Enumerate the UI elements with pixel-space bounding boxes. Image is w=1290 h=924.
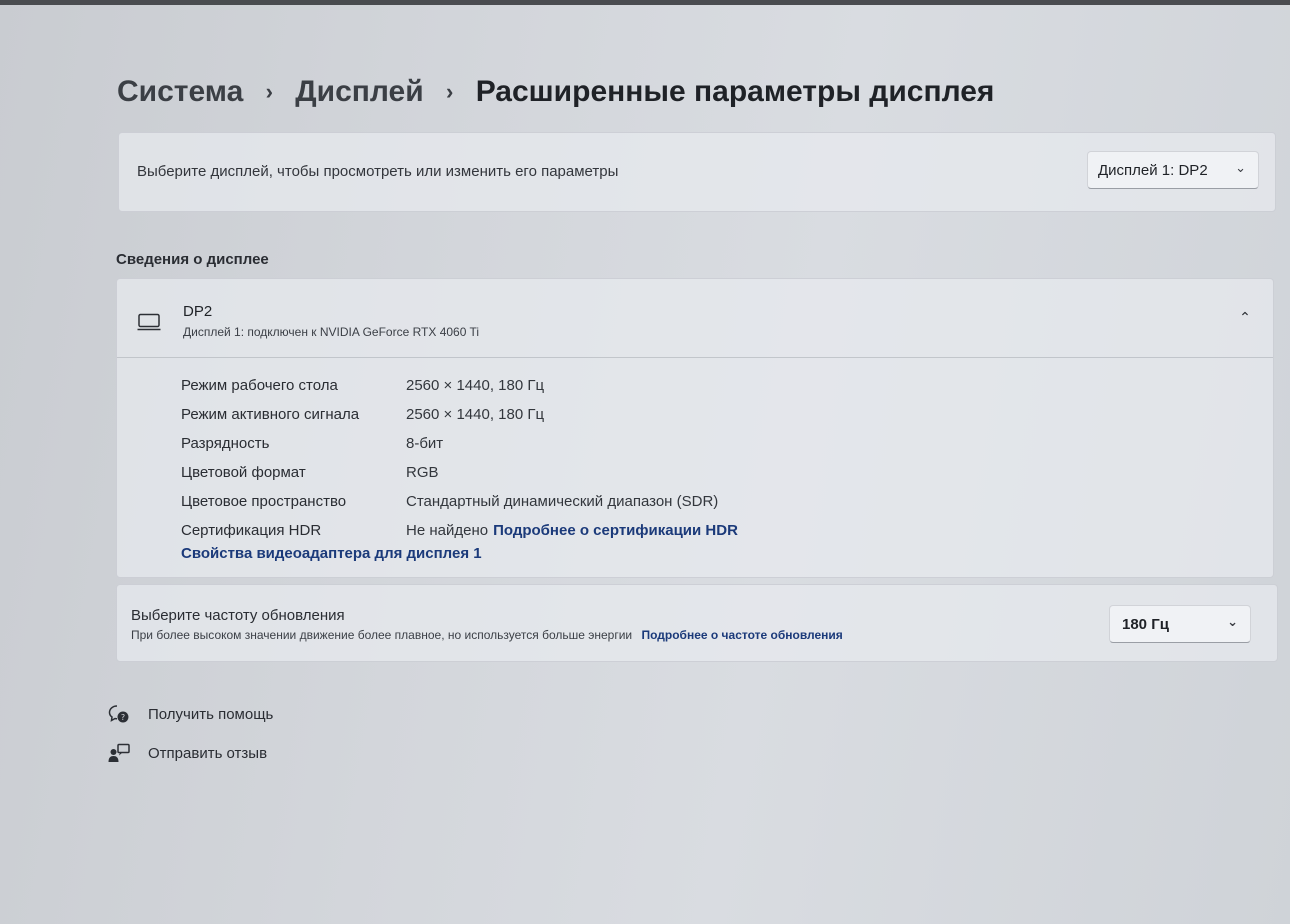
- chevron-right-icon: ›: [446, 79, 454, 104]
- get-help-label: Получить помощь: [148, 705, 274, 723]
- refresh-rate-dropdown[interactable]: 180 Гц ⌄: [1109, 605, 1251, 643]
- refresh-rate-title: Выберите частоту обновления: [131, 607, 345, 624]
- property-key: Цветовой формат: [181, 464, 306, 481]
- display-subtitle: Дисплей 1: подключен к NVIDIA GeForce RT…: [183, 325, 480, 339]
- section-title-display-info: Сведения о дисплее: [116, 251, 269, 268]
- breadcrumb: Система › Дисплей › Расширенные параметр…: [117, 70, 994, 114]
- property-row: Цветовой формат RGB: [181, 458, 738, 487]
- select-display-card: Выберите дисплей, чтобы просмотреть или …: [118, 132, 1276, 212]
- display-dropdown-value: Дисплей 1: DP2: [1098, 161, 1208, 179]
- chevron-down-icon: ⌄: [1235, 160, 1246, 175]
- property-value: 2560 × 1440, 180 Гц: [406, 377, 545, 394]
- property-value: Стандартный динамический диапазон (SDR): [406, 493, 719, 510]
- display-properties: Режим рабочего стола 2560 × 1440, 180 Гц…: [181, 371, 738, 545]
- select-display-label: Выберите дисплей, чтобы просмотреть или …: [137, 163, 619, 180]
- property-row: Режим активного сигнала 2560 × 1440, 180…: [181, 400, 738, 429]
- chevron-up-icon[interactable]: ⌃: [1231, 303, 1259, 331]
- property-key: Режим рабочего стола: [181, 377, 338, 394]
- hdr-certification-link[interactable]: Подробнее о сертификации HDR: [493, 522, 738, 539]
- property-row: Сертификация HDR Не найдено Подробнее о …: [181, 516, 738, 545]
- display-info-card: DP2 Дисплей 1: подключен к NVIDIA GeForc…: [116, 278, 1274, 578]
- refresh-rate-learn-more-link[interactable]: Подробнее о частоте обновления: [641, 628, 842, 642]
- refresh-rate-value: 180 Гц: [1122, 615, 1169, 633]
- refresh-rate-card: Выберите частоту обновления При более вы…: [116, 584, 1278, 662]
- display-name: DP2: [183, 303, 213, 320]
- property-row: Режим рабочего стола 2560 × 1440, 180 Гц: [181, 371, 738, 400]
- get-help-link[interactable]: ? Получить помощь: [108, 704, 273, 724]
- property-row: Цветовое пространство Стандартный динами…: [181, 487, 738, 516]
- property-key: Разрядность: [181, 435, 270, 452]
- property-value: 8-бит: [406, 435, 444, 452]
- adapter-properties-link[interactable]: Свойства видеоадаптера для дисплея 1: [181, 545, 482, 562]
- property-key: Цветовое пространство: [181, 493, 347, 510]
- svg-text:?: ?: [121, 713, 125, 722]
- property-row: Разрядность 8-бит: [181, 429, 738, 458]
- help-icon: ?: [108, 705, 129, 723]
- property-value: RGB: [406, 464, 439, 481]
- page-title: Расширенные параметры дисплея: [475, 75, 995, 108]
- refresh-rate-description-line: При более высоком значении движение боле…: [131, 628, 843, 642]
- send-feedback-link[interactable]: Отправить отзыв: [108, 743, 267, 763]
- display-info-header[interactable]: DP2 Дисплей 1: подключен к NVIDIA GeForc…: [117, 279, 1273, 358]
- display-dropdown[interactable]: Дисплей 1: DP2 ⌄: [1087, 151, 1259, 189]
- monitor-icon: [137, 313, 161, 331]
- property-value: 2560 × 1440, 180 Гц: [406, 406, 545, 423]
- refresh-rate-description: При более высоком значении движение боле…: [131, 628, 633, 642]
- property-value: Не найдено: [406, 522, 489, 539]
- property-key: Сертификация HDR: [181, 522, 322, 539]
- chevron-right-icon: ›: [265, 79, 273, 104]
- breadcrumb-system[interactable]: Система: [117, 75, 243, 109]
- window-top-edge: [0, 0, 1290, 5]
- property-key: Режим активного сигнала: [181, 406, 360, 423]
- chevron-down-icon: ⌄: [1227, 614, 1238, 629]
- breadcrumb-display[interactable]: Дисплей: [295, 75, 423, 109]
- feedback-icon: [108, 743, 130, 762]
- send-feedback-label: Отправить отзыв: [148, 744, 268, 762]
